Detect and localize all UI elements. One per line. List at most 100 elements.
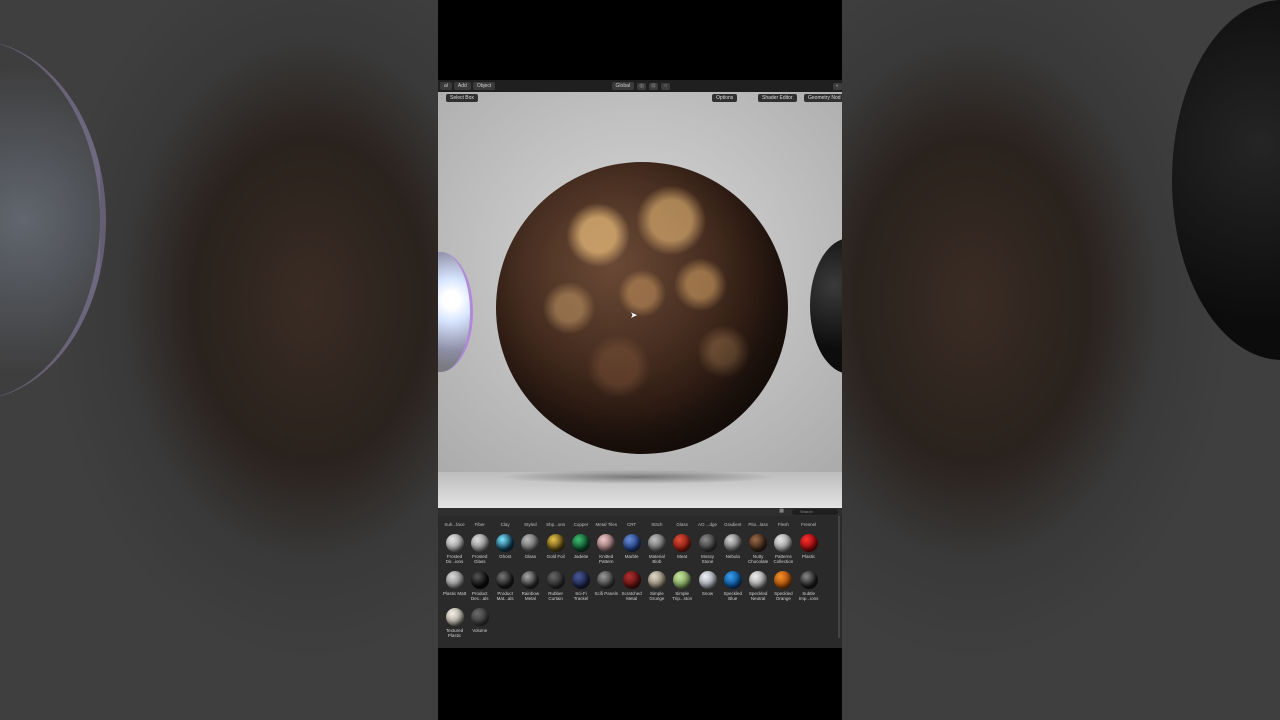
asset-label-partial[interactable]: Copper <box>569 522 594 527</box>
asset-tile[interactable]: Marble <box>619 534 644 559</box>
asset-label: Scifi Panels <box>594 591 619 596</box>
material-preview-icon <box>698 534 717 552</box>
asset-scrollbar[interactable] <box>838 516 840 638</box>
asset-tile[interactable]: Ghost <box>493 534 518 559</box>
asset-tile[interactable]: Nebula <box>720 534 745 559</box>
asset-label: Frosted Dir...ions <box>445 554 464 564</box>
asset-label-partial[interactable]: CRT <box>619 522 644 527</box>
asset-label: Frosted Glass <box>472 554 488 564</box>
asset-label-partial[interactable]: Fiber <box>467 522 492 527</box>
asset-label-partial[interactable]: Pito...lass <box>746 522 771 527</box>
asset-label-partial[interactable]: Styled <box>518 522 543 527</box>
asset-label-partial[interactable]: Suh...face <box>442 522 467 527</box>
asset-tile[interactable]: Gold Foil <box>543 534 568 559</box>
asset-tile[interactable]: Speckled Blue <box>720 571 745 601</box>
asset-row-partial: Suh...face Fiber Clay Styled Shp...ons Copper… <box>442 518 832 534</box>
3d-viewport[interactable]: ➤ Select Box Options Shader Editor Geome… <box>438 92 842 508</box>
asset-label: Ghost <box>499 554 512 559</box>
material-preview-icon <box>521 534 540 552</box>
asset-label-partial[interactable]: Gradient <box>720 522 745 527</box>
asset-label: Volume <box>472 628 488 633</box>
asset-label: Mossy Stone <box>700 554 714 564</box>
snap-icon[interactable]: ⊡ <box>649 82 658 90</box>
asset-label-partial[interactable]: AO ...dge <box>695 522 720 527</box>
asset-tile[interactable]: Material Blob <box>644 534 669 564</box>
asset-tile[interactable]: Subtle Imp...ions <box>796 571 821 601</box>
options-dropdown[interactable]: Options <box>712 94 738 102</box>
asset-tile[interactable]: Frosted Glass <box>467 534 492 564</box>
material-preview-icon <box>749 534 768 552</box>
asset-label: Simple Trip...ston <box>672 591 693 601</box>
geometry-nodes-button[interactable]: Geometry Nod <box>804 94 842 102</box>
asset-tile[interactable]: Meat <box>670 534 695 559</box>
material-preview-icon <box>647 571 666 589</box>
asset-browser-toolbar: ▦ ⌕ Search <box>438 508 842 516</box>
menu-item-truncated[interactable]: al <box>440 82 452 90</box>
material-preview-icon <box>445 571 464 589</box>
asset-label-partial[interactable]: Metal Tiles <box>594 522 619 527</box>
asset-tile[interactable]: Volume <box>467 608 492 633</box>
asset-tile[interactable]: Rubber Curtain <box>543 571 568 601</box>
asset-tile[interactable]: Sci-Fi Trackel <box>569 571 594 601</box>
viewport-shading-icon[interactable]: ◐ <box>833 82 842 90</box>
asset-tile[interactable]: Mossy Stone <box>695 534 720 564</box>
asset-browser: ▦ ⌕ Search Suh...faceFiberClayStyledShp.… <box>438 508 842 648</box>
blurred-backdrop-left <box>0 0 438 720</box>
asset-label: Rubber Curtain <box>548 591 564 601</box>
asset-tile[interactable]: Patterns Collection <box>771 534 796 564</box>
asset-label: Speckled Blue <box>723 591 743 601</box>
asset-label: Glass <box>524 554 537 559</box>
asset-tile[interactable]: Textured Plastic <box>442 608 467 638</box>
asset-tile[interactable]: Simple Grunge <box>644 571 669 601</box>
menu-object[interactable]: Object <box>472 82 496 90</box>
select-box-dropdown[interactable]: Select Box <box>446 94 478 102</box>
menu-add[interactable]: Add <box>453 82 471 90</box>
asset-label-partial[interactable]: Fresnel <box>796 522 821 527</box>
chocolate-sphere[interactable] <box>496 162 788 454</box>
material-preview-icon <box>546 534 565 552</box>
asset-tile[interactable]: Simple Trip...ston <box>670 571 695 601</box>
asset-tile[interactable]: Scifi Panels <box>594 571 619 596</box>
asset-tile[interactable]: Scratched Metal <box>619 571 644 601</box>
blender-window: al Add Object Global ◎ ⊡ ○ ◐ ➤ Select Bo… <box>438 80 842 648</box>
asset-label: Textured Plastic <box>445 628 464 638</box>
asset-label: Patterns Collection <box>773 554 794 564</box>
search-input[interactable]: Search <box>792 509 838 515</box>
pivot-icon[interactable]: ◎ <box>637 82 646 90</box>
asset-tile[interactable]: Snow <box>695 571 720 596</box>
blurred-glass-sphere <box>0 40 106 400</box>
material-preview-icon <box>622 534 641 552</box>
asset-tile[interactable]: Rainbow Metal <box>518 571 543 601</box>
asset-tile[interactable]: Speckled Orange <box>771 571 796 601</box>
blurred-dark-sphere <box>1172 0 1280 360</box>
material-preview-icon <box>698 571 717 589</box>
asset-tile[interactable]: Plastic <box>796 534 821 559</box>
asset-tile[interactable]: Glass <box>518 534 543 559</box>
asset-tile[interactable]: Plastic Matt <box>442 571 467 596</box>
asset-label: Nutty Chocolate <box>747 554 769 564</box>
asset-label-partial[interactable]: Shp...ons <box>543 522 568 527</box>
asset-label: Plastic Matt <box>442 591 467 596</box>
asset-tile[interactable]: Jadeite <box>569 534 594 559</box>
asset-tile[interactable]: Speckled Neutral <box>746 571 771 601</box>
material-preview-icon <box>597 534 616 552</box>
asset-tile[interactable]: Nutty Chocolate <box>746 534 771 564</box>
transform-orientation-dropdown[interactable]: Global <box>611 82 634 90</box>
material-preview-icon <box>749 571 768 589</box>
asset-label-partial[interactable]: Stitch <box>644 522 669 527</box>
proportional-edit-icon[interactable]: ○ <box>661 82 670 90</box>
asset-tile[interactable]: Product Dec...als <box>467 571 492 601</box>
asset-label-partial[interactable]: Glass <box>670 522 695 527</box>
asset-label-partial[interactable]: Clay <box>493 522 518 527</box>
asset-label: Subtle Imp...ions <box>798 591 819 601</box>
asset-tile[interactable]: Frosted Dir...ions <box>442 534 467 564</box>
shader-editor-button[interactable]: Shader Editor <box>758 94 797 102</box>
asset-label-partial[interactable]: Flesh <box>771 522 796 527</box>
display-mode-icon[interactable]: ▦ <box>779 508 784 514</box>
asset-tile[interactable]: Knitted Pattern <box>594 534 619 564</box>
asset-label: Scratched Metal <box>621 591 642 601</box>
material-preview-icon <box>597 571 616 589</box>
material-preview-icon <box>774 534 793 552</box>
material-preview-icon <box>723 534 742 552</box>
asset-tile[interactable]: Product Mat...als <box>493 571 518 601</box>
